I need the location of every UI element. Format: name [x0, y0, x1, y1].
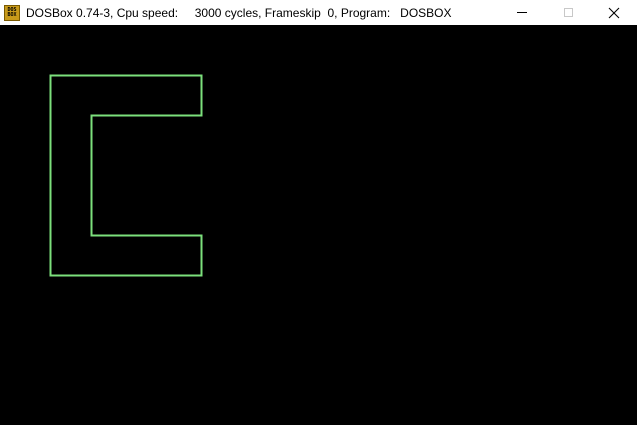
- window-title: DOSBox 0.74-3, Cpu speed: 3000 cycles, F…: [26, 5, 452, 20]
- dos-graphics-canvas: [49, 74, 203, 277]
- icon-text-bottom: BOX: [7, 11, 17, 18]
- maximize-button[interactable]: [545, 0, 591, 25]
- dosbox-window: DOS BOX DOSBox 0.74-3, Cpu speed: 3000 c…: [0, 0, 637, 425]
- c-bracket-shape: [49, 74, 203, 277]
- title-bar[interactable]: DOS BOX DOSBox 0.74-3, Cpu speed: 3000 c…: [0, 0, 637, 25]
- minimize-icon: [517, 12, 527, 13]
- dos-screen[interactable]: [0, 25, 637, 425]
- window-controls: [499, 0, 637, 25]
- minimize-button[interactable]: [499, 0, 545, 25]
- dosbox-icon[interactable]: DOS BOX: [4, 4, 20, 21]
- close-button[interactable]: [591, 0, 637, 25]
- maximize-icon: [563, 8, 573, 17]
- close-icon: [608, 7, 620, 18]
